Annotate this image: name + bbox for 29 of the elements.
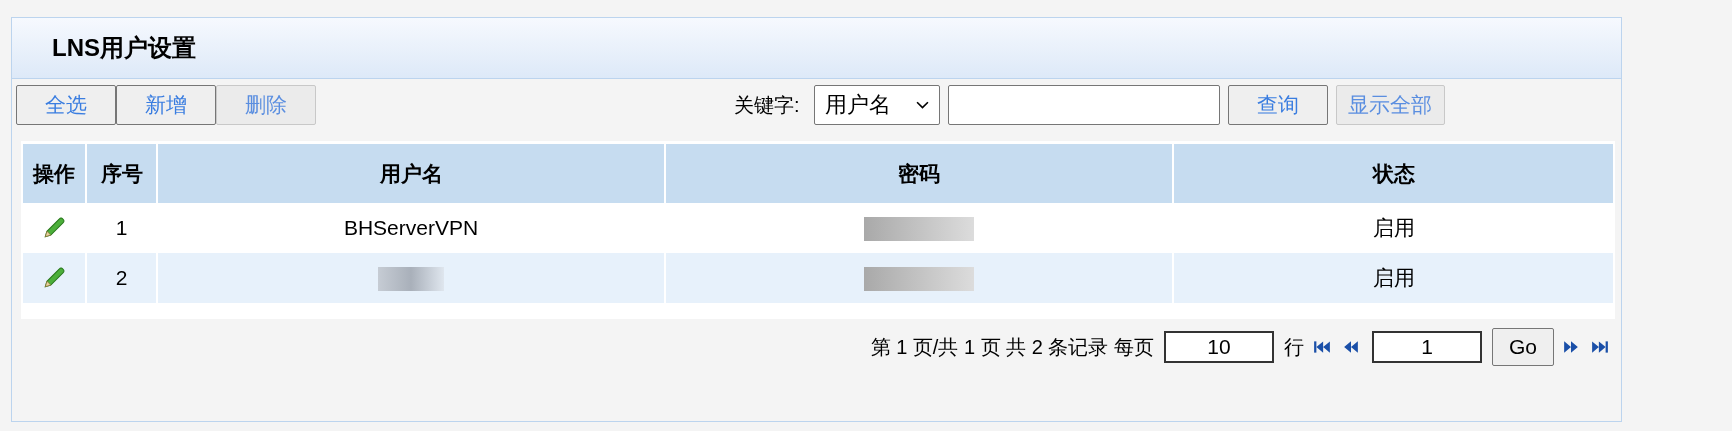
column-header: 操作 bbox=[23, 141, 85, 203]
page-summary: 第 1 页/共 1 页 共 2 条记录 每页 bbox=[870, 334, 1154, 360]
search-button[interactable]: 查询 bbox=[1227, 85, 1328, 125]
last-page-icon[interactable] bbox=[1591, 340, 1609, 354]
column-header: 状态 bbox=[1174, 141, 1613, 203]
chevron-icon bbox=[915, 100, 929, 110]
column-header: 密码 bbox=[666, 141, 1172, 203]
rows-label: 行 bbox=[1284, 334, 1304, 360]
next-page-icon[interactable] bbox=[1563, 340, 1579, 354]
toolbar-button[interactable]: 新增 bbox=[116, 85, 216, 125]
previous-page-icon[interactable] bbox=[1343, 340, 1359, 354]
first-page-icon[interactable] bbox=[1313, 340, 1331, 354]
keyword-label: 关键字: bbox=[734, 92, 800, 118]
column-header: 序号 bbox=[87, 141, 156, 203]
go-button[interactable]: Go bbox=[1492, 328, 1554, 366]
search-field[interactable] bbox=[947, 85, 1220, 125]
status-text: 启用 bbox=[1372, 266, 1415, 289]
pencil-icon[interactable] bbox=[41, 215, 67, 241]
status-text: 启用 bbox=[1372, 216, 1415, 239]
panel-title: LNS用户设置 bbox=[52, 33, 196, 63]
username-text: BHServerVPN bbox=[343, 216, 479, 239]
per-page-field[interactable]: 10 bbox=[1164, 331, 1274, 363]
field-dropdown[interactable]: 用户名 bbox=[813, 85, 940, 125]
column-header: 用户名 bbox=[158, 141, 664, 203]
row-number: 2 bbox=[115, 266, 128, 289]
page-field[interactable]: 1 bbox=[1372, 331, 1482, 363]
row-number: 1 bbox=[115, 216, 128, 239]
toolbar-button[interactable]: 全选 bbox=[16, 85, 116, 125]
pencil-icon[interactable] bbox=[41, 265, 67, 291]
